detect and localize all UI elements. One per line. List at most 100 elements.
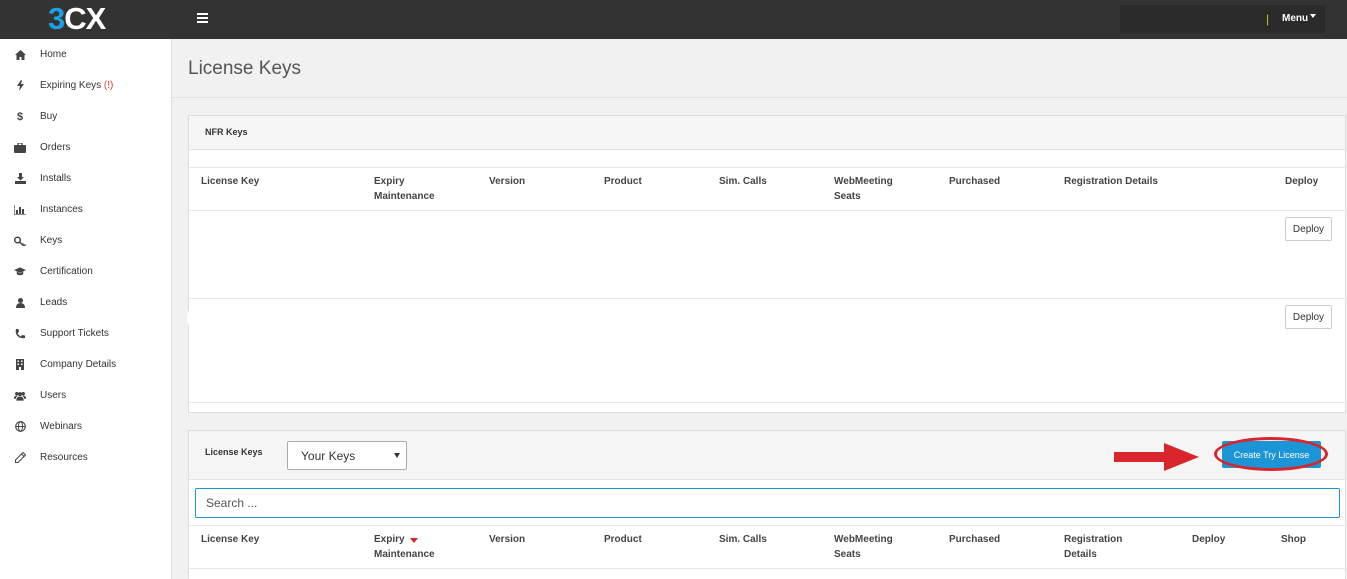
annotation-arrow-icon xyxy=(1114,443,1199,471)
sidebar-item-company-details[interactable]: Company Details xyxy=(0,349,172,380)
column-header-version[interactable]: Version xyxy=(489,532,525,547)
table-row: Deploy xyxy=(187,299,1345,402)
sidebar-item-label-wrap: Expiring Keys (!) xyxy=(40,80,113,91)
deploy-button[interactable]: Deploy xyxy=(1285,217,1332,241)
sidebar-item-leads[interactable]: Leads xyxy=(0,287,172,318)
nfr-panel-header: NFR Keys xyxy=(189,116,1345,150)
sidebar-item-label: Leads xyxy=(40,297,68,308)
column-header-deploy[interactable]: Deploy xyxy=(1192,532,1225,547)
user-icon xyxy=(14,297,26,309)
column-header-webmeeting[interactable]: WebMeeting Seats xyxy=(834,174,904,204)
license-panel-title: License Keys xyxy=(205,447,263,457)
briefcase-icon xyxy=(14,142,26,154)
sidebar-item-label: Home xyxy=(40,49,67,60)
annotation-highlight-ellipse xyxy=(1214,437,1328,471)
sidebar-item-label: Expiring Keys xyxy=(40,80,102,91)
graduation-cap-icon xyxy=(14,266,26,278)
sidebar-item-webinars[interactable]: Webinars xyxy=(0,411,172,442)
license-keys-panel: License Keys Your Keys Create Try Licens… xyxy=(188,430,1346,579)
column-header-registration[interactable]: Registration Details xyxy=(1064,174,1158,189)
logo-3: 3 xyxy=(48,1,65,36)
brand-logo[interactable]: 3 CX xyxy=(48,1,106,36)
sidebar-item-label: Certification xyxy=(40,266,93,277)
sidebar-item-orders[interactable]: Orders xyxy=(0,132,172,163)
sidebar-item-home[interactable]: Home xyxy=(0,39,172,70)
dollar-icon: $ xyxy=(16,110,24,123)
column-header-license-key[interactable]: License Key xyxy=(201,174,259,189)
search-input[interactable] xyxy=(195,488,1340,518)
column-header-expiry[interactable]: Expiry Maintenance xyxy=(374,174,449,204)
divider xyxy=(189,568,1345,569)
column-header-purchased[interactable]: Purchased xyxy=(949,532,1000,547)
key-icon xyxy=(14,235,26,247)
divider xyxy=(172,97,1347,98)
column-header-expiry[interactable]: Expiry Maintenance xyxy=(374,532,449,562)
top-navbar: 3 CX | Menu xyxy=(0,0,1347,39)
download-icon xyxy=(14,173,26,185)
column-header-product[interactable]: Product xyxy=(604,532,642,547)
column-header-deploy[interactable]: Deploy xyxy=(1285,174,1318,189)
divider xyxy=(189,525,1345,526)
redacted-area xyxy=(1039,349,1229,389)
logo-cx: CX xyxy=(64,1,106,36)
select-value: Your Keys xyxy=(301,448,356,463)
sidebar-item-instances[interactable]: Instances xyxy=(0,194,172,225)
sidebar-item-label: Keys xyxy=(40,235,63,246)
sidebar-item-label: Installs xyxy=(40,173,72,184)
nfr-keys-panel: NFR Keys License Key Expiry Maintenance … xyxy=(187,115,1346,413)
pencil-icon xyxy=(14,452,26,464)
sidebar-item-label: Company Details xyxy=(40,359,117,370)
caret-down-icon xyxy=(394,453,400,458)
sidebar-item-support-tickets[interactable]: Support Tickets xyxy=(0,318,172,349)
building-icon xyxy=(14,359,26,371)
column-header-product[interactable]: Product xyxy=(604,174,642,189)
user-menu-button[interactable]: Menu xyxy=(1282,13,1317,24)
home-icon xyxy=(14,49,26,61)
sort-desc-icon xyxy=(410,538,418,543)
bar-chart-icon xyxy=(14,204,26,216)
column-header-registration[interactable]: Registration Details xyxy=(1064,532,1134,562)
sidebar-item-installs[interactable]: Installs xyxy=(0,163,172,194)
sidebar-item-users[interactable]: Users xyxy=(0,380,172,411)
deploy-button[interactable]: Deploy xyxy=(1285,305,1332,329)
sidebar-item-certification[interactable]: Certification xyxy=(0,256,172,287)
sidebar-item-label: Users xyxy=(40,390,67,401)
column-header-sim-calls[interactable]: Sim. Calls xyxy=(719,174,767,189)
users-icon xyxy=(14,390,26,402)
redacted-area xyxy=(187,301,1167,335)
divider xyxy=(189,402,1345,403)
nfr-panel-title: NFR Keys xyxy=(205,127,248,137)
user-menu-label: Menu xyxy=(1282,13,1309,24)
caret-down-icon xyxy=(1310,14,1317,18)
divider xyxy=(189,167,1345,168)
keys-filter-select[interactable]: Your Keys xyxy=(287,441,407,470)
bolt-icon xyxy=(14,80,26,92)
column-header-sim-calls[interactable]: Sim. Calls xyxy=(719,532,767,547)
sidebar: Home Expiring Keys (!) $ Buy Orders Inst… xyxy=(0,39,172,579)
license-panel-header: License Keys Your Keys Create Try Licens… xyxy=(189,431,1345,480)
column-header-webmeeting[interactable]: WebMeeting Seats xyxy=(834,532,904,562)
sidebar-item-label: Instances xyxy=(40,204,83,215)
user-separator: | xyxy=(1266,12,1270,26)
sidebar-toggle-icon[interactable] xyxy=(197,13,208,23)
sidebar-item-label: Webinars xyxy=(40,421,83,432)
column-header-label: Expiry Maintenance xyxy=(374,534,435,560)
main-content: License Keys NFR Keys License Key Expiry… xyxy=(172,39,1347,579)
column-header-shop[interactable]: Shop xyxy=(1281,532,1306,547)
table-row: Deploy xyxy=(189,211,1345,298)
sidebar-item-label: Support Tickets xyxy=(40,328,109,339)
column-header-purchased[interactable]: Purchased xyxy=(949,174,1000,189)
sidebar-item-label: Buy xyxy=(40,111,58,122)
sidebar-item-label: Resources xyxy=(40,452,88,463)
sidebar-item-buy[interactable]: $ Buy xyxy=(0,101,172,132)
phone-icon xyxy=(14,328,26,340)
column-header-version[interactable]: Version xyxy=(489,174,525,189)
globe-icon xyxy=(14,421,26,433)
sidebar-item-resources[interactable]: Resources xyxy=(0,442,172,473)
sidebar-item-label: Orders xyxy=(40,142,71,153)
page-title: License Keys xyxy=(188,58,302,79)
sidebar-item-expiring-keys[interactable]: Expiring Keys (!) xyxy=(0,70,172,101)
sidebar-item-keys[interactable]: Keys xyxy=(0,225,172,256)
column-header-license-key[interactable]: License Key xyxy=(201,532,259,547)
warning-badge: (!) xyxy=(103,80,114,91)
